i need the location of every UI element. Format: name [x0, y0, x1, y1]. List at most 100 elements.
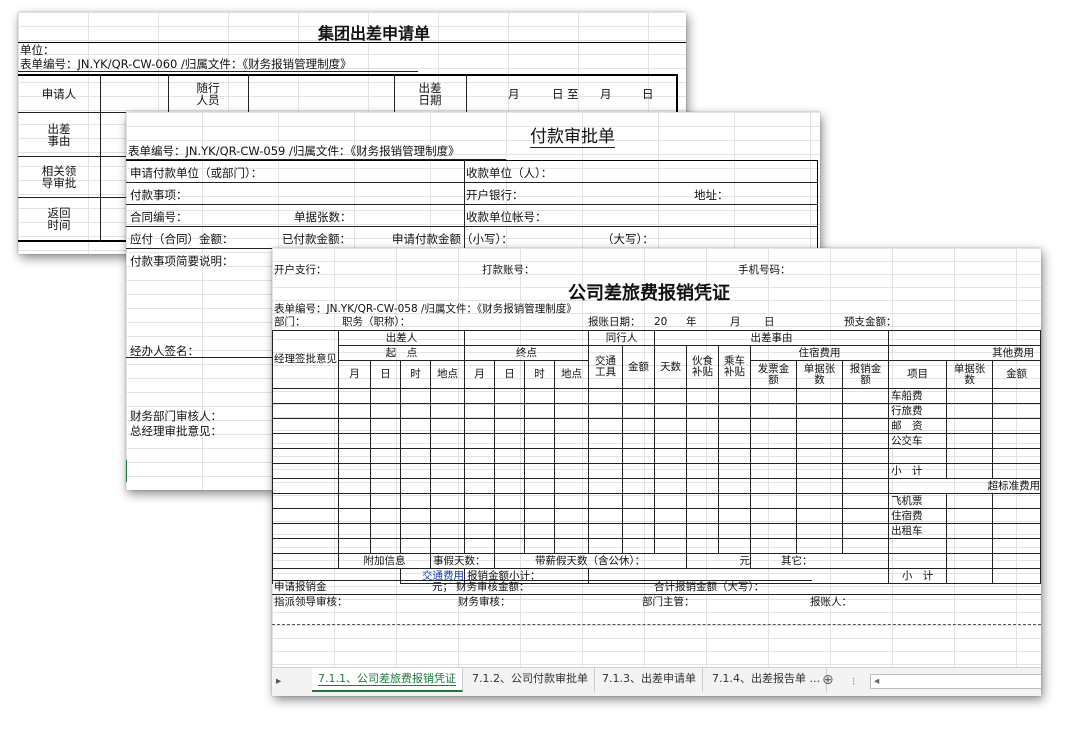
amount-big-label: （大写）：: [602, 232, 654, 246]
leave-days-label: 事假天数：: [430, 553, 495, 569]
col-place-end: 地点: [554, 360, 589, 389]
h-transport: 交通 工具: [588, 345, 623, 389]
payee-unit-label: 收款单位（人）：: [466, 166, 553, 180]
h-reimb: 报销金 额: [841, 360, 890, 389]
table-row: 超标准费用: [272, 478, 1041, 494]
other-item-label: 飞机票: [888, 493, 948, 509]
table-row: 飞机票: [272, 493, 1041, 509]
sheet1-form-number: 表单编号：JN.YK/QR-CW-060 /归属文件：《财务报销管理制度》: [20, 57, 352, 71]
col-day-end: 日: [494, 360, 525, 389]
h-ride: 乘车 补贴: [718, 345, 751, 389]
table-row: 邮 资: [272, 418, 1041, 434]
pay-item-label: 付款事项：: [130, 188, 188, 202]
h-docs: 单据张 数: [796, 360, 843, 389]
add-sheet-icon[interactable]: ⊕: [822, 672, 834, 688]
prepay-label: 预支金额：: [844, 316, 897, 328]
applicant-label: 申请人: [41, 87, 77, 101]
report-year-prefix: 20: [654, 316, 668, 328]
other-item-label: 住宿费: [888, 508, 948, 524]
report-month: 月: [730, 316, 741, 328]
other-item-label: 小 计: [888, 463, 948, 479]
h-item: 项目: [888, 360, 948, 389]
h-meal: 伙食 补贴: [686, 345, 719, 389]
table-row: [272, 538, 1041, 554]
table-row: [272, 448, 1041, 464]
h-other-amount: 金额: [992, 360, 1041, 389]
apply-amount-small-label: 申请付款金额（小写）：: [392, 232, 513, 246]
finance-amount-label: 财务审核金额：: [456, 581, 530, 593]
tab-nav-arrow-icon[interactable]: ▸: [276, 675, 281, 687]
other-item-label: 车船费: [888, 388, 948, 404]
paid-leave-label: 带薪假天数（含公休）：: [494, 553, 687, 569]
h-days: 天数: [654, 345, 687, 389]
position-label: 职务（职称）：: [342, 316, 411, 328]
scroll-left-icon[interactable]: ◂: [874, 675, 879, 687]
table-row: 住宿费: [272, 508, 1041, 524]
col-day: 日: [370, 360, 401, 389]
h-manager: 经理签批意见: [272, 330, 339, 389]
trip-date-day-to: 日 至: [552, 87, 579, 101]
return-time-label: 返回 时间: [47, 206, 71, 232]
h-traveler: 出差人: [338, 330, 465, 346]
tab-splitter-icon[interactable]: ⁝: [852, 676, 855, 688]
payable-label: 应付（合同）金额：: [130, 232, 234, 246]
h-other: 其他费用: [888, 345, 1041, 361]
top-bank-branch-label: 开户支行：: [274, 264, 327, 276]
total-big-label: 合计报销金额（大写）：: [654, 581, 765, 593]
h-invoice: 发票金 额: [750, 360, 797, 389]
reimbursement-table: 经理签批意见 出差人 同行人 出差事由 起 点 终点 交通 工具 金额 天数 伙…: [272, 330, 1041, 584]
address-label: 地址：: [694, 188, 729, 202]
other-item-label: 出租车: [888, 523, 948, 539]
top-account-label: 打款账号：: [482, 264, 535, 276]
other-label: 其它：: [749, 553, 890, 569]
table-row: 公交车: [272, 433, 1041, 449]
sheet-tab-bar: ▸ 7.1.1、公司差旅费报销凭证 7.1.2、公司付款审批单 7.1.3、出差…: [272, 667, 1041, 696]
report-day: 日: [764, 316, 775, 328]
h-lodging: 住宿费用: [749, 345, 890, 361]
contract-no-label: 合同编号：: [130, 210, 188, 224]
bank-label: 开户银行：: [466, 188, 524, 202]
table-row: 行旅费: [272, 403, 1041, 419]
col-hour-end: 时: [524, 360, 555, 389]
sheet1-unit-label: 单位：: [20, 43, 55, 57]
tab-travel-reimbursement[interactable]: 7.1.1、公司差旅费报销凭证: [312, 668, 463, 692]
sheet3-title: 公司差旅费报销凭证: [568, 283, 730, 304]
h-end: 终点: [464, 345, 589, 361]
trip-date-month-start: 月: [508, 87, 520, 101]
other-item-label: 公交车: [888, 433, 948, 449]
companion-label: 随行 人员: [196, 81, 220, 107]
report-year: 年: [686, 316, 697, 328]
table-row: 车船费: [272, 388, 1041, 404]
h-start: 起 点: [338, 345, 465, 361]
finance-review-label: 财务审核：: [458, 596, 511, 608]
tab-travel-application[interactable]: 7.1.3、出差申请单: [596, 668, 703, 692]
tab-travel-report[interactable]: 7.1.4、出差报告单 ...: [706, 668, 827, 692]
reporter-label: 报账人：: [810, 596, 852, 608]
sheet-travel-reimbursement: 开户支行： 打款账号： 手机号码： 公司差旅费报销凭证 表单编号：JN.YK/Q…: [272, 248, 1041, 696]
apply-reimb-label: 申请报销金: [274, 581, 327, 593]
trip-date-month-end: 月: [600, 87, 612, 101]
other-item-label: 行旅费: [888, 403, 948, 419]
paid-label: 已付款金额：: [282, 232, 351, 246]
col-month: 月: [338, 360, 371, 389]
sheet1-title: 集团出差申请单: [318, 24, 431, 43]
doc-count-label: 单据张数：: [294, 210, 352, 224]
dept-head-label: 部门主管：: [642, 596, 695, 608]
dept-label: 部门：: [274, 316, 306, 328]
h-companion: 同行人: [588, 330, 655, 346]
col-hour: 时: [400, 360, 431, 389]
table-row: 出租车: [272, 523, 1041, 539]
payee-account-label: 收款单位帐号：: [466, 210, 547, 224]
col-place: 地点: [430, 360, 465, 389]
h-other-docs: 单据张 数: [946, 360, 994, 389]
tab-payment-approval[interactable]: 7.1.2、公司付款审批单: [466, 668, 595, 692]
finance-reviewer-label: 财务部门审核人：: [130, 409, 222, 423]
h-amount: 金额: [622, 345, 655, 389]
other-subtotal-label: 小 计: [888, 568, 948, 584]
summary-label: 付款事项简要说明：: [130, 254, 234, 268]
table-row: 小 计: [272, 463, 1041, 479]
horizontal-scrollbar[interactable]: ◂: [870, 674, 1041, 689]
other-item-label: 邮 资: [888, 418, 948, 434]
trip-date-day-end: 日: [642, 87, 654, 101]
assign-leader-label: 指派领导审核：: [274, 596, 348, 608]
